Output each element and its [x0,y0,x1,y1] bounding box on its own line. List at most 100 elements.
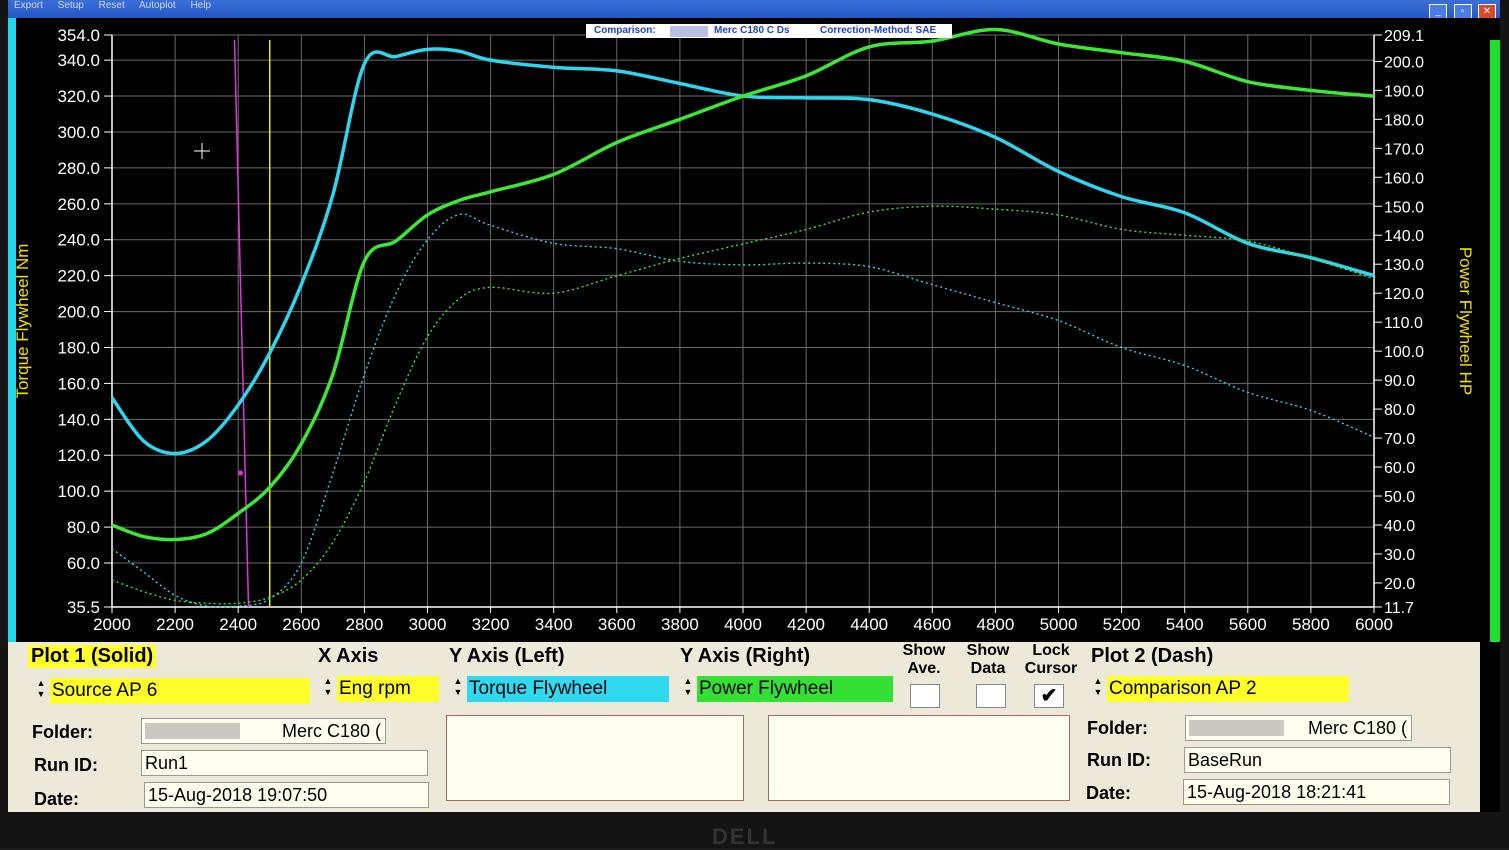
title-bar: Export Setup Reset Autoplot Help _ ▫ ✕ [8,0,1500,21]
y-tick-label-left: 140.0 [57,410,100,429]
y-tick-label-left: 340.0 [57,51,100,70]
x-tick-label: 4400 [850,615,888,634]
y-tick-label-left: 120.0 [57,446,100,465]
y-tick-label-left: 60.0 [67,554,100,573]
x-tick-label: 2200 [156,615,194,634]
screen: Export Setup Reset Autoplot Help _ ▫ ✕ 2… [8,0,1500,812]
plot2-header: Plot 2 (Dash) [1091,645,1214,667]
y-tick-label-right: 200.0 [1384,54,1424,71]
y-right-info-box [768,715,1070,801]
x-tick-label: 5800 [1292,615,1330,634]
plot1-header: Plot 1 (Solid) [28,645,157,668]
x-tick-label: 2400 [219,615,257,634]
y-tick-label-left: 300.0 [57,123,100,142]
left-edge-stripe [8,18,16,642]
crosshair-icon [194,143,210,159]
x-tick-label: 5000 [1040,615,1078,634]
plot2-run-id-field: BaseRun [1184,747,1451,773]
comparison-label: Comparison: [594,25,656,36]
redacted-block [670,26,708,37]
y-tick-label-left: 80.0 [67,518,100,537]
x-tick-label: 5400 [1166,615,1204,634]
x-tick-label: 3400 [535,615,573,634]
y-tick-label-right: 140.0 [1384,228,1424,245]
y-tick-label-right: 190.0 [1384,83,1424,100]
y-tick-label-left: 240.0 [57,231,100,250]
x-tick-label: 2800 [345,615,383,634]
plot2-date-field: 15-Aug-2018 18:21:41 [1183,779,1450,805]
menu-item-help[interactable]: Help [190,0,211,11]
y-tick-label-right: 160.0 [1384,170,1424,187]
dyno-chart-area: 2000 2200 2400 2600 2800 3000 3200 3400 3600 3800… [8,18,1500,642]
menu-item-reset[interactable]: Reset [99,0,125,11]
y-tick-label-right: 60.0 [1384,460,1415,477]
x-tick-label: 2000 [93,615,131,634]
menu-item-setup[interactable]: Setup [58,0,84,11]
x-tick-label: 4800 [976,615,1014,634]
x-axis-spinner[interactable]: ▲ ▼ [321,676,335,702]
plot1-select[interactable]: Source AP 6 [50,678,310,704]
y-tick-label-right: 11.7 [1384,600,1414,617]
cursor-marker [238,470,244,476]
x-tick-label: 4000 [724,615,762,634]
y-tick-label-right: 40.0 [1384,518,1415,535]
y-tick-label-right: 209.1 [1384,28,1424,45]
y-tick-label-right: 110.0 [1384,315,1423,332]
y-left-select[interactable]: Torque Flywheel [467,676,669,702]
plot2-select[interactable]: Comparison AP 2 [1107,676,1349,702]
x-tick-label: 2600 [282,615,320,634]
x-tick-label: 3800 [661,615,699,634]
redacted-block [145,723,240,739]
monitor-bezel: Export Setup Reset Autoplot Help _ ▫ ✕ 2… [0,0,1509,849]
x-tick-label: 5600 [1229,615,1267,634]
plot2-spinner[interactable]: ▲ ▼ [1091,676,1105,702]
right-edge-stripe [1490,40,1500,642]
show-ave-checkbox[interactable] [910,684,940,708]
y-tick-label-right: 50.0 [1384,489,1415,506]
y-tick-label-right: 180.0 [1384,112,1424,129]
plot1-run-id-field: Run1 [141,750,428,776]
show-ave-label: Show Ave. [902,642,946,677]
y-tick-label-right: 30.0 [1384,547,1415,564]
plot1-spinner[interactable]: ▲ ▼ [34,678,48,704]
y-right-select[interactable]: Power Flywheel [697,676,893,702]
y-tick-label-right: 90.0 [1384,373,1415,390]
menu-item-export[interactable]: Export [14,0,43,11]
comparison-value: Merc C180 C Ds [714,25,790,36]
lock-cursor-label: Lock Cursor [1024,642,1078,677]
y-tick-label-right: 170.0 [1384,141,1424,158]
y-tick-label-right: 150.0 [1384,199,1424,216]
plot1-date-field: 15-Aug-2018 19:07:50 [144,782,429,808]
control-panel: Plot 1 (Solid) X Axis Y Axis (Left) Y Ax… [8,642,1480,812]
y-tick-label-left: 35.5 [67,598,100,617]
plot2-folder-field: Merc C180 ( [1185,715,1412,741]
y-tick-label-left: 320.0 [57,87,100,106]
show-data-checkbox[interactable] [976,684,1006,708]
x-axis-header: X Axis [318,645,379,667]
y-tick-label-right: 20.0 [1384,576,1415,593]
y-left-info-box [446,715,744,801]
x-axis-select[interactable]: Eng rpm [337,676,439,702]
y-tick-label-right: 100.0 [1384,344,1424,361]
y-left-header: Y Axis (Left) [449,645,565,667]
plot1-date-label: Date: [34,789,80,809]
x-tick-label: 6000 [1355,615,1393,634]
plot2-run-id-label: Run ID: [1087,750,1151,770]
y-tick-label-left: 200.0 [57,303,100,322]
x-tick-label: 3200 [472,615,510,634]
y-tick-label-left: 280.0 [57,159,100,178]
x-tick-label: 5200 [1103,615,1141,634]
menu-item-autoplot[interactable]: Autoplot [139,0,176,11]
x-tick-label: 4600 [913,615,951,634]
y-tick-label-left: 220.0 [57,267,100,286]
y-left-spinner[interactable]: ▲ ▼ [451,676,465,702]
redacted-block [1189,720,1284,736]
lock-cursor-checkbox[interactable]: ✔ [1034,684,1064,708]
y-tick-label-left: 160.0 [57,374,100,393]
x-tick-label: 3600 [598,615,636,634]
y-right-spinner[interactable]: ▲ ▼ [681,676,695,702]
y-right-header: Y Axis (Right) [680,645,811,667]
plot1-run-id-label: Run ID: [34,755,98,775]
plot1-folder-field: Merc C180 ( [141,718,386,744]
y-tick-label-left: 354.0 [57,26,100,45]
